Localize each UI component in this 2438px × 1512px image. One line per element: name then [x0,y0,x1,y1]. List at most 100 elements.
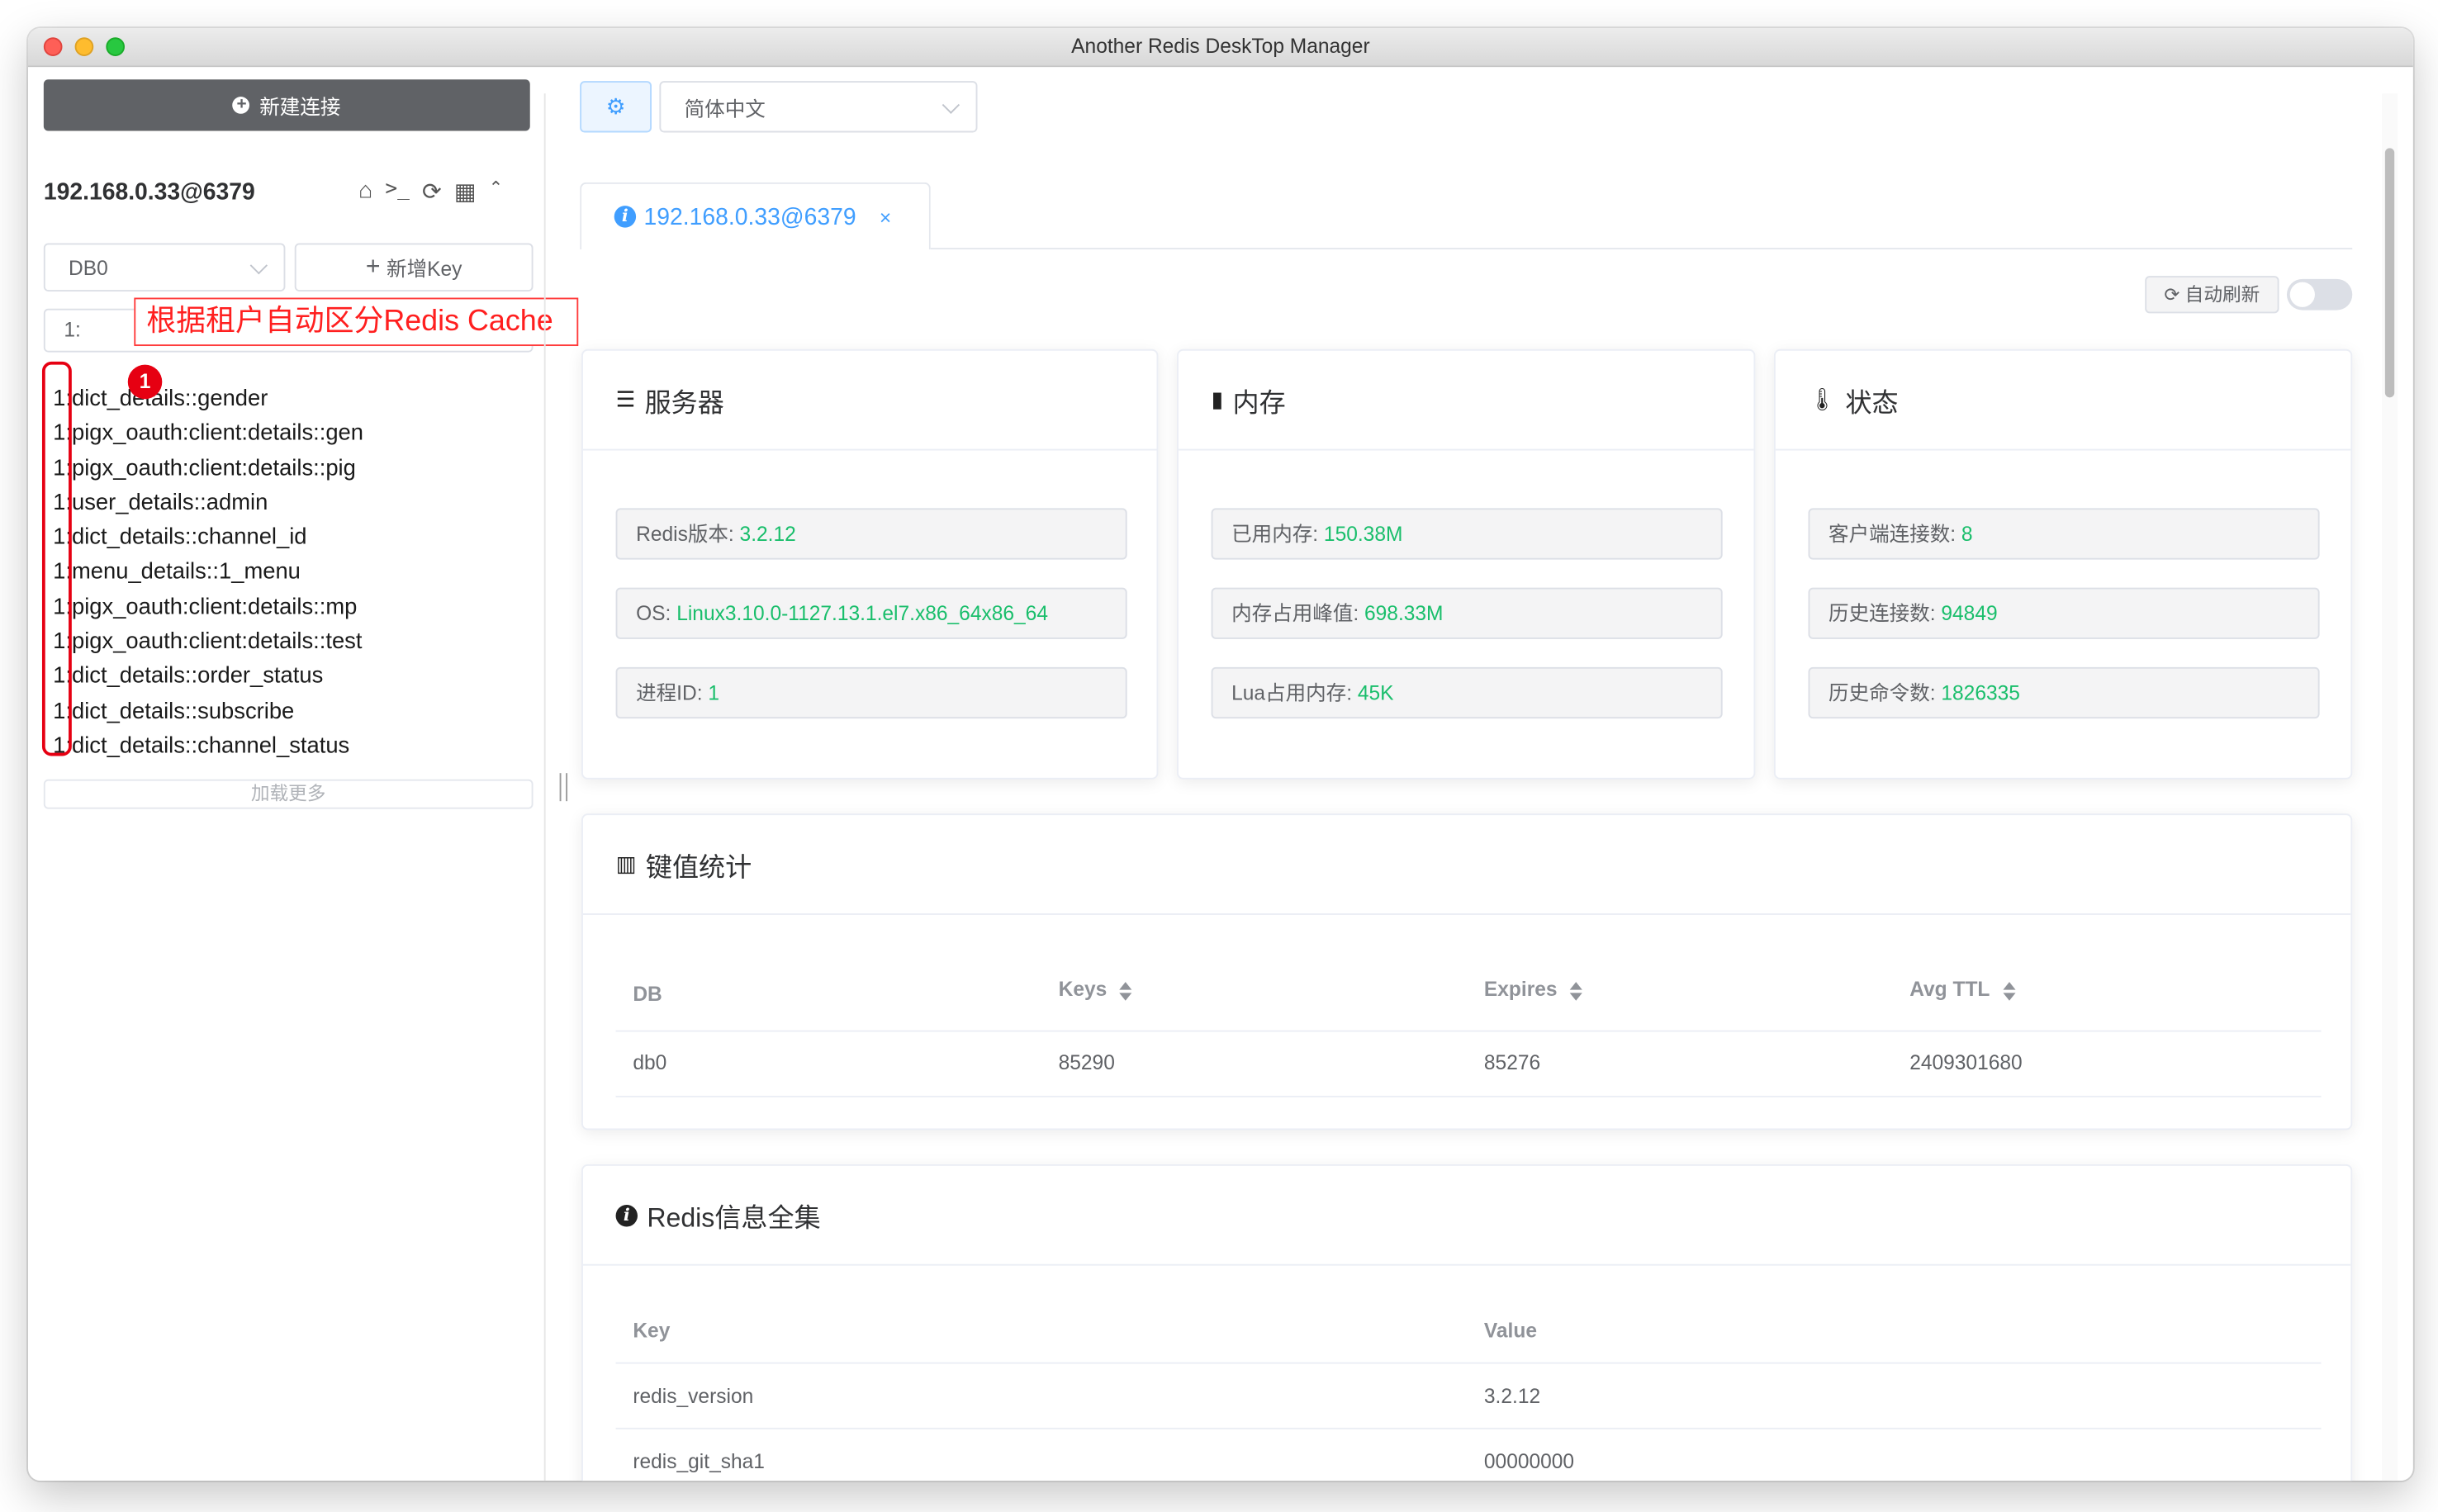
tab-bar-line [930,248,2353,249]
annotation-badge: 1 [127,364,163,400]
stat-label: Lua占用内存: [1231,680,1358,705]
db-select[interactable]: DB0 [43,243,286,291]
new-connection-label: 新建连接 [259,95,341,119]
key-item[interactable]: 1:pigx_oauth:client:details::test [53,625,363,660]
resize-handle[interactable] [559,773,568,802]
client-connections-field: 客户端连接数: 8 [1808,508,2320,560]
column-header-db[interactable]: DB [633,982,662,1005]
status-card: 🌡 状态 客户端连接数: 8 历史连接数: 94849 历史命令数: 18263… [1773,348,2353,780]
stat-label: 内存占用峰值: [1231,601,1365,625]
info-header-row: Key Value [615,1298,2322,1364]
keyspace-card-header: ▥ 键值统计 [582,815,2351,915]
stat-label: Redis版本: [636,522,740,546]
column-header-avg-ttl[interactable]: Avg TTL [1909,977,2015,1001]
chevron-up-icon[interactable]: ⌃ [489,178,503,206]
server-card: ☰ 服务器 Redis版本: 3.2.12 OS: Linux3.10.0-11… [581,348,1159,780]
table-row: db0 85290 85276 2409301680 [615,1032,2322,1097]
connection-actions: ⌂ >_ ⟳ ▦ ⌃ [358,178,503,206]
column-header-keys-label: Keys [1058,977,1108,1001]
add-key-button[interactable]: + 新增Key [294,243,534,291]
chevron-down-icon [942,95,960,113]
server-icon: ☰ [615,386,636,412]
stat-value: 8 [1961,522,1973,546]
key-item[interactable]: 1:dict_details::channel_status [53,729,363,764]
toggle-knob [2289,282,2315,307]
memory-chip-icon: ▮ [1211,386,1224,412]
grid-icon[interactable]: ▦ [454,178,477,206]
stat-label: 客户端连接数: [1828,522,1961,546]
column-header-expires-label: Expires [1483,977,1558,1001]
key-item[interactable]: 1:pigx_oauth:client:details::gen [53,417,363,452]
chevron-down-icon [249,256,268,274]
annotation-bracket [41,361,72,756]
stat-value: 94849 [1941,601,1998,625]
language-select[interactable]: 简体中文 [659,81,978,133]
minimize-window-button[interactable] [74,37,94,56]
zoom-window-button[interactable] [106,37,125,56]
sort-icon[interactable] [1119,981,1132,1000]
table-cell: 00000000 [1483,1449,1575,1473]
memory-card: ▮ 内存 已用内存: 150.38M 内存占用峰值: 698.33M Lua占用… [1177,348,1756,780]
auto-refresh-toggle[interactable] [2286,278,2353,310]
load-more-button[interactable]: 加载更多 [43,779,534,809]
sort-icon[interactable] [1569,981,1582,1000]
title-bar: Another Redis DeskTop Manager [27,27,2413,68]
stat-label: 已用内存: [1231,522,1324,546]
close-icon[interactable]: × [880,205,891,228]
close-window-button[interactable] [43,37,63,56]
bar-chart-icon: ▥ [615,851,637,876]
connection-name[interactable]: 192.168.0.33@6379 [44,179,255,206]
stat-value: 45K [1357,680,1394,705]
db-select-value: DB0 [69,255,108,279]
sort-icon[interactable] [2002,981,2015,1000]
stat-value: Linux3.10.0-1127.13.1.el7.x86_64x86_64 [676,601,1048,625]
key-item[interactable]: 1:dict_details::order_status [53,660,363,694]
info-icon: i [614,206,637,228]
gear-icon: ⚙ [605,93,626,119]
scrollbar-thumb[interactable] [2384,148,2395,398]
stat-value: 1 [708,680,720,705]
home-icon[interactable]: ⌂ [358,178,372,206]
key-item[interactable]: 1:pigx_oauth:client:details::pig [53,452,363,486]
app-window: Another Redis DeskTop Manager + 新建连接 192… [27,27,2413,1481]
settings-button[interactable]: ⚙ [580,81,652,133]
table-cell: 85290 [1058,1050,1115,1074]
memory-card-title: 内存 [1232,387,1286,418]
table-cell: 3.2.12 [1483,1384,1541,1408]
column-header-avg-ttl-label: Avg TTL [1909,977,1990,1001]
terminal-icon[interactable]: >_ [385,178,410,206]
annotation-callout: 根据租户自动区分Redis Cache [134,297,579,347]
key-item[interactable]: 1:dict_details::channel_id [53,521,363,556]
redis-info-card-header: i Redis信息全集 [582,1166,2351,1266]
keyspace-header-row: DB Keys Expires Avg TTL [615,963,2322,1032]
stat-label: 进程ID: [636,680,709,705]
key-item[interactable]: 1:dict_details::gender [53,382,363,416]
process-id-field: 进程ID: 1 [615,666,1127,719]
tab-connection[interactable]: i 192.168.0.33@6379 × [580,182,931,249]
refresh-icon: ⟳ [2164,283,2180,306]
auto-refresh-button[interactable]: ⟳ 自动刷新 [2145,276,2279,314]
column-header-keys[interactable]: Keys [1058,977,1132,1001]
key-item[interactable]: 1:dict_details::subscribe [53,694,363,729]
os-field: OS: Linux3.10.0-1127.13.1.el7.x86_64x86_… [615,587,1127,639]
auto-refresh-label: 自动刷新 [2184,283,2260,306]
key-item[interactable]: 1:menu_details::1_menu [53,556,363,590]
key-item[interactable]: 1:pigx_oauth:client:details::mp [53,590,363,625]
stat-value: 698.33M [1364,601,1444,625]
peak-memory-field: 内存占用峰值: 698.33M [1211,587,1723,639]
stat-value: 1826335 [1941,680,2020,705]
key-item[interactable]: 1:user_details::admin [53,486,363,521]
plus-icon: + [365,253,381,280]
new-connection-button[interactable]: + 新建连接 [43,79,530,131]
keyspace-card: ▥ 键值统计 DB Keys Expires Avg TTL db0 85290… [581,813,2353,1130]
column-header-expires[interactable]: Expires [1483,977,1582,1001]
sidebar-divider [543,93,546,1481]
language-select-value: 简体中文 [684,97,766,121]
refresh-icon[interactable]: ⟳ [422,178,442,206]
stat-value: 150.38M [1323,522,1403,546]
total-connections-field: 历史连接数: 94849 [1808,587,2320,639]
table-row: redis_git_sha1 00000000 [616,1429,2322,1481]
redis-version-field: Redis版本: 3.2.12 [615,508,1127,560]
window-title: Another Redis DeskTop Manager [1071,34,1370,58]
table-cell: 2409301680 [1909,1050,2023,1074]
